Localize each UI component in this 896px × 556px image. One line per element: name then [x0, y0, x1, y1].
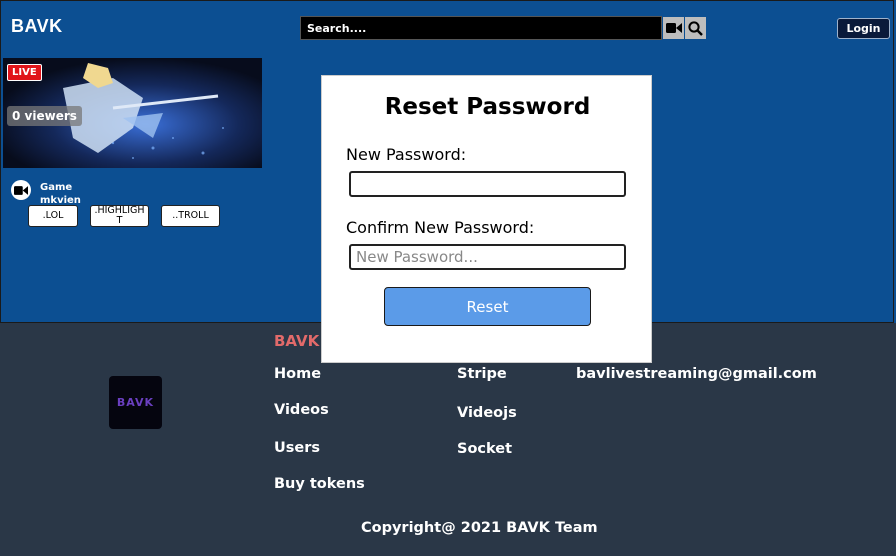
footer-link-home[interactable]: Home	[274, 366, 321, 382]
footer-brand: BAVK	[274, 332, 320, 350]
site-logo[interactable]: BAVK	[11, 16, 63, 37]
footer-logo: BAVK	[109, 376, 162, 429]
footer-link-socket[interactable]: Socket	[457, 441, 512, 457]
viewer-count: 0 viewers	[7, 106, 82, 126]
login-button[interactable]: Login	[837, 18, 890, 39]
video-camera-icon	[11, 180, 31, 200]
confirm-password-label: Confirm New Password:	[346, 218, 535, 237]
magnifier-icon[interactable]	[685, 17, 706, 39]
reset-button[interactable]: Reset	[384, 287, 591, 326]
new-password-label: New Password:	[346, 145, 467, 164]
footer-email[interactable]: bavlivestreaming@gmail.com	[576, 366, 817, 382]
footer-link-videojs[interactable]: Videojs	[457, 405, 517, 421]
footer-link-users[interactable]: Users	[274, 440, 320, 456]
stream-category[interactable]: Game	[40, 181, 81, 194]
live-badge: LIVE	[7, 64, 42, 81]
footer-link-stripe[interactable]: Stripe	[457, 366, 507, 382]
reset-password-modal: Reset Password New Password: Confirm New…	[321, 75, 652, 363]
stream-thumbnail[interactable]: LIVE 0 viewers	[3, 58, 262, 168]
footer-link-videos[interactable]: Videos	[274, 402, 329, 418]
confirm-password-field[interactable]	[349, 244, 626, 270]
video-camera-icon[interactable]	[663, 17, 684, 39]
tag-troll[interactable]: ..TROLL	[161, 205, 220, 227]
tag-highlight[interactable]: .HIGHLIGHT	[90, 205, 149, 227]
tag-lol[interactable]: .LOL	[28, 205, 78, 227]
new-password-field[interactable]	[349, 171, 626, 197]
search-input[interactable]	[300, 16, 662, 40]
copyright: Copyright@ 2021 BAVK Team	[361, 520, 598, 536]
modal-title: Reset Password	[384, 94, 591, 120]
stream-meta: Game mkvien	[40, 181, 81, 207]
footer-link-buy-tokens[interactable]: Buy tokens	[274, 476, 365, 492]
search-bar	[300, 16, 706, 40]
